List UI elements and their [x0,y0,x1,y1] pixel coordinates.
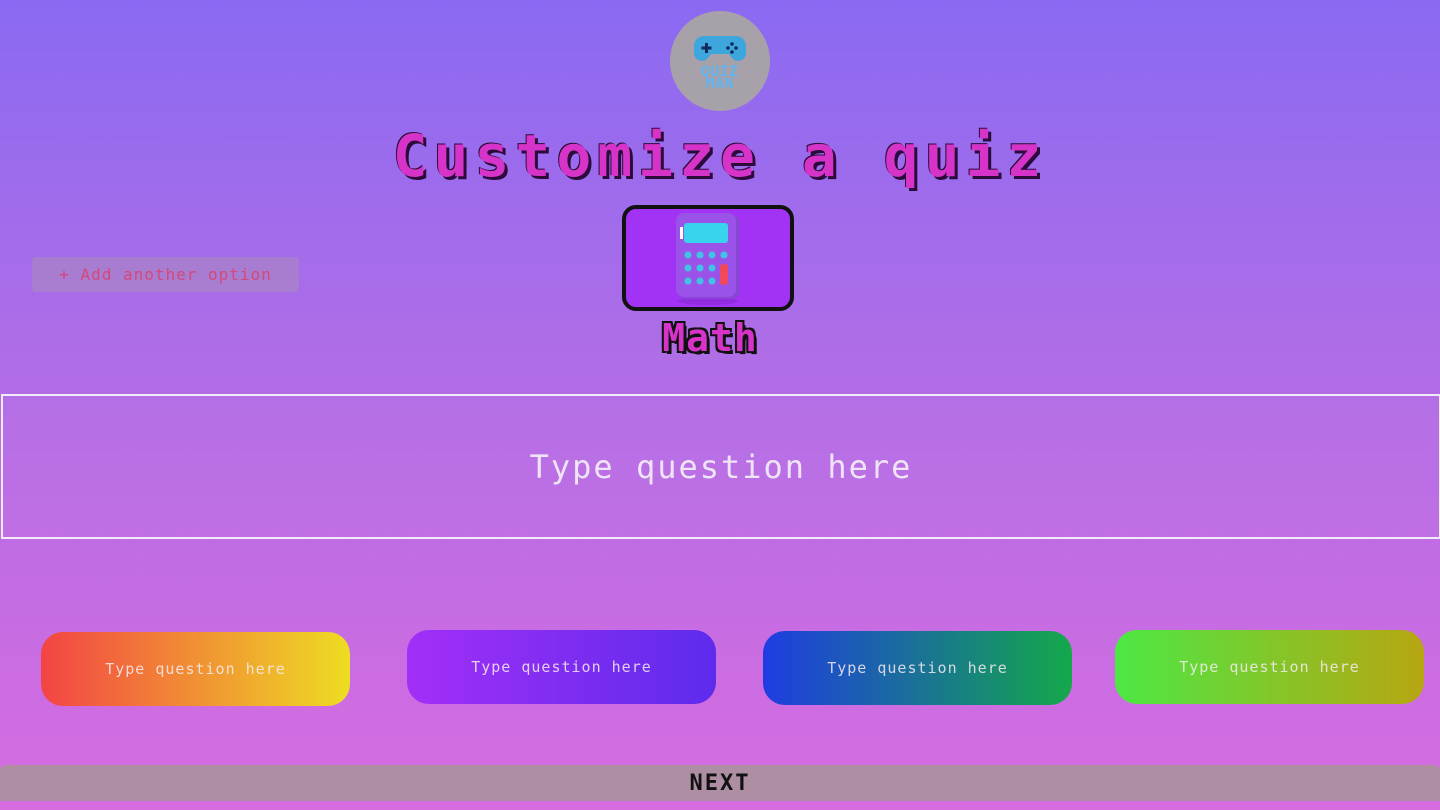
gamepad-icon [694,36,746,61]
logo-text-line2: MAN [705,76,735,92]
next-button[interactable]: NEXT [0,765,1440,801]
answer-input-3[interactable] [763,630,1072,706]
answer-option-4[interactable] [1115,629,1424,705]
calculator-icon [676,213,740,305]
answer-option-2[interactable] [407,629,716,705]
question-input[interactable] [3,395,1439,538]
subject-icon-box[interactable] [622,205,794,311]
quizman-logo[interactable]: QUIZ MAN [670,11,770,111]
answer-input-1[interactable] [41,631,350,707]
answer-option-3[interactable] [763,630,1072,706]
question-box [1,394,1440,539]
subject-label: Math [662,316,758,360]
add-option-button[interactable]: + Add another option [32,257,299,292]
answer-option-1[interactable] [41,631,350,707]
page-title: Customize a quiz [392,122,1048,190]
answer-input-4[interactable] [1115,629,1424,705]
answer-input-2[interactable] [407,629,716,705]
logo-text: QUIZ MAN [701,65,739,92]
